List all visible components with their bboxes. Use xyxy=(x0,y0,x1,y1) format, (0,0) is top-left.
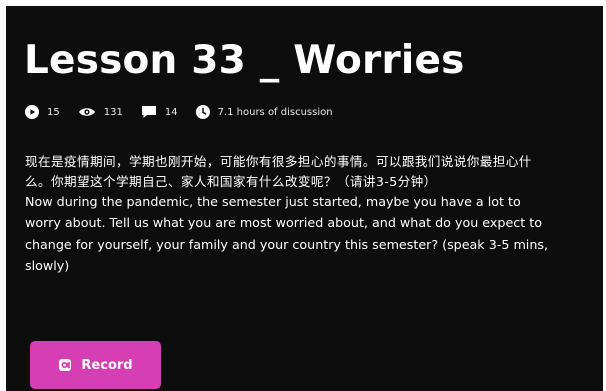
plays-count: 15 xyxy=(47,106,60,118)
lesson-title: Lesson 33 _ Worries xyxy=(24,38,465,83)
lesson-prompt: 现在是疫情期间，学期也刚开始，可能你有很多担心的事情。可以跟我们说说你最担心什么… xyxy=(25,152,555,276)
lesson-stats: 15 131 14 7.1 hours of discussion xyxy=(25,102,351,122)
comments-count: 14 xyxy=(164,106,178,118)
clock-icon xyxy=(195,105,210,119)
discussion-stat: 7.1 hours of discussion xyxy=(195,105,333,119)
plays-stat: 15 xyxy=(25,105,60,119)
comment-icon xyxy=(141,105,157,119)
record-label: Record xyxy=(81,357,133,373)
discussion-time: 7.1 hours of discussion xyxy=(217,106,333,118)
play-icon xyxy=(25,105,39,119)
record-button[interactable]: Record xyxy=(30,341,161,389)
prompt-chinese: 现在是疫情期间，学期也刚开始，可能你有很多担心的事情。可以跟我们说说你最担心什么… xyxy=(25,154,532,189)
views-stat: 131 xyxy=(78,106,123,118)
comments-stat: 14 xyxy=(141,105,178,119)
prompt-english: Now during the pandemic, the semester ju… xyxy=(25,194,549,273)
views-count: 131 xyxy=(103,106,123,118)
record-icon xyxy=(58,358,72,372)
eye-icon xyxy=(78,106,96,118)
lesson-card: Lesson 33 _ Worries 15 131 14 7.1 hours … xyxy=(6,6,603,391)
